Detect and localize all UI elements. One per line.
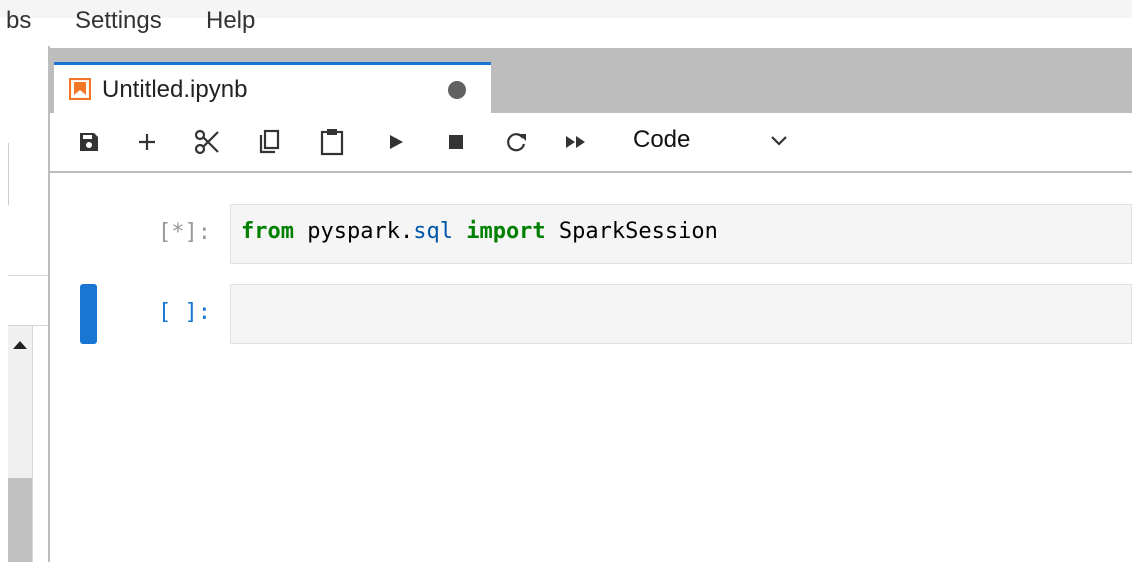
menu-bar: bs Settings Help (0, 0, 1132, 46)
menu-bar-top-strip (0, 0, 1132, 18)
stop-icon[interactable] (439, 125, 473, 159)
code-cell-input[interactable]: from pyspark.sql import SparkSession (230, 204, 1132, 264)
cell-type-dropdown[interactable]: Code (633, 126, 690, 154)
notebook-toolbar: Code (50, 113, 1132, 173)
cell-prompt: [*]: (158, 220, 211, 245)
unsaved-indicator-icon[interactable] (448, 81, 466, 99)
save-icon[interactable] (72, 125, 106, 159)
fast-forward-icon[interactable] (560, 125, 594, 159)
cell-prompt: [ ]: (158, 300, 211, 325)
code-line: from pyspark.sql import SparkSession (241, 219, 718, 244)
sidebar-border (32, 326, 33, 562)
notebook-icon (68, 77, 92, 101)
sidebar-divider (8, 275, 48, 276)
tab-untitled-notebook[interactable]: Untitled.ipynb (54, 62, 491, 114)
paste-icon[interactable] (315, 125, 349, 159)
menu-item-tabs[interactable]: bs (6, 5, 31, 45)
code-cell-input[interactable] (230, 284, 1132, 344)
tab-title: Untitled.ipynb (102, 76, 248, 103)
chevron-down-icon[interactable] (768, 133, 790, 154)
menu-item-settings[interactable]: Settings (75, 5, 162, 45)
restart-icon[interactable] (500, 125, 534, 159)
run-icon[interactable] (379, 125, 413, 159)
menu-item-help[interactable]: Help (206, 5, 255, 45)
sidebar-divider (8, 143, 9, 205)
scroll-up-arrow-icon[interactable] (10, 338, 30, 352)
cut-icon[interactable] (190, 125, 224, 159)
copy-icon[interactable] (253, 125, 287, 159)
add-icon[interactable] (130, 125, 164, 159)
scrollbar-thumb[interactable] (8, 478, 32, 562)
active-cell-indicator[interactable] (80, 284, 97, 344)
